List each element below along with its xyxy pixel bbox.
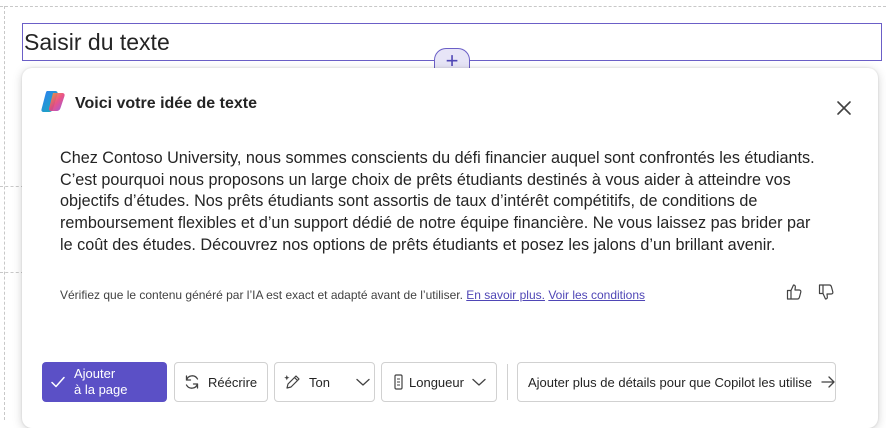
ai-disclaimer: Vérifiez que le contenu généré par l’IA … xyxy=(60,288,645,302)
add-to-page-button[interactable]: Ajouter à la page xyxy=(42,362,167,402)
generated-text: Chez Contoso University, nous sommes con… xyxy=(60,149,815,254)
disclaimer-text: Vérifiez que le contenu généré par l’IA … xyxy=(60,288,463,302)
toolbar-divider xyxy=(507,364,508,400)
chevron-down-icon xyxy=(470,373,488,391)
terms-link[interactable]: Voir les conditions xyxy=(548,288,645,302)
rewrite-button[interactable]: Réécrire xyxy=(174,362,268,402)
section-guide-left xyxy=(4,6,5,420)
length-icon xyxy=(392,373,406,391)
more-details-label: Ajouter plus de détails pour que Copilot… xyxy=(528,374,813,390)
length-label: Longueur xyxy=(409,374,464,390)
arrow-right-icon[interactable] xyxy=(820,374,836,390)
checkmark-icon xyxy=(50,374,66,390)
section-guide-low xyxy=(0,272,24,273)
refresh-icon xyxy=(182,372,202,392)
add-to-page-label-2: à la page xyxy=(74,382,128,397)
learn-more-link[interactable]: En savoir plus. xyxy=(466,288,545,302)
close-icon[interactable] xyxy=(834,98,854,118)
copilot-panel: Voici votre idée de texte Chez Contoso U… xyxy=(22,68,878,428)
tone-dropdown[interactable]: Ton xyxy=(274,362,375,402)
panel-title: Voici votre idée de texte xyxy=(75,95,257,112)
tone-label: Ton xyxy=(309,374,330,390)
length-dropdown[interactable]: Longueur xyxy=(381,362,497,402)
thumbs-down-icon[interactable] xyxy=(816,282,836,302)
section-guide-top xyxy=(0,6,886,7)
add-to-page-label-1: Ajouter xyxy=(74,366,116,381)
more-details-input[interactable]: Ajouter plus de détails pour que Copilot… xyxy=(517,362,836,402)
thumbs-up-icon[interactable] xyxy=(784,282,804,302)
copilot-logo-icon xyxy=(41,89,67,113)
chevron-down-icon xyxy=(354,373,372,391)
sparkle-pen-icon xyxy=(283,372,303,392)
section-guide-mid xyxy=(0,186,24,187)
rewrite-label: Réécrire xyxy=(208,374,258,390)
